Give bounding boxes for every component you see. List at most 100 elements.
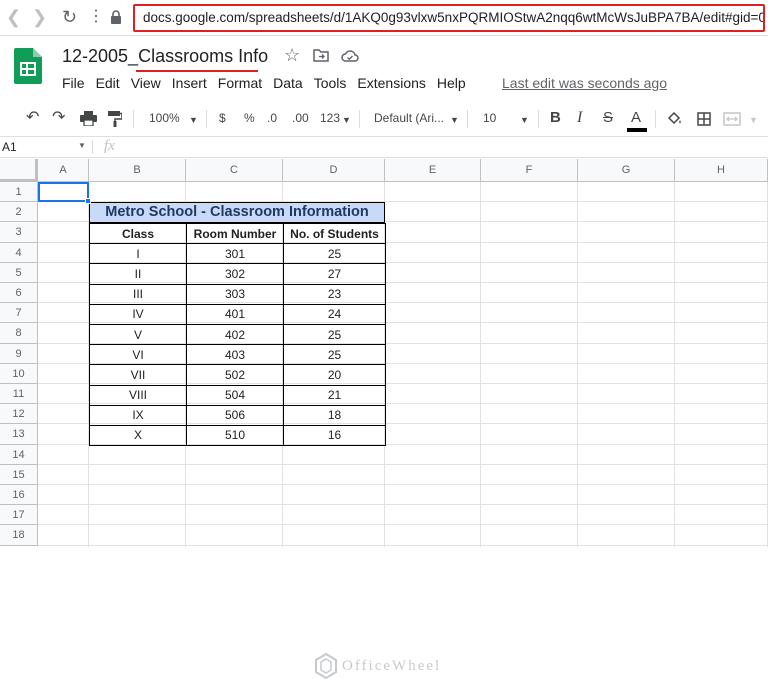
cell-students[interactable]: 25 bbox=[283, 344, 386, 366]
cell-room[interactable]: 502 bbox=[186, 364, 284, 386]
row-header-5[interactable]: 5 bbox=[0, 262, 38, 283]
undo-icon[interactable]: ↶ bbox=[26, 109, 39, 127]
menu-view[interactable]: View bbox=[131, 74, 161, 92]
forward-icon[interactable]: ❯ bbox=[32, 8, 47, 26]
cell-room[interactable]: 401 bbox=[186, 303, 284, 325]
cell-room[interactable]: 402 bbox=[186, 323, 284, 346]
cell-room[interactable]: 506 bbox=[186, 404, 284, 426]
more-formats-button[interactable]: 123 bbox=[320, 109, 340, 127]
cell-room[interactable]: 303 bbox=[186, 283, 284, 305]
column-header-c[interactable]: C bbox=[186, 159, 283, 182]
font-size-dropdown-icon[interactable]: ▼ bbox=[520, 111, 529, 129]
column-header-h[interactable]: H bbox=[675, 159, 768, 182]
row-header-18[interactable]: 18 bbox=[0, 525, 38, 546]
lock-icon[interactable] bbox=[110, 10, 122, 24]
cell-students[interactable]: 24 bbox=[283, 303, 386, 325]
document-title[interactable]: 12-2005_Classrooms Info bbox=[62, 46, 268, 67]
spreadsheet-grid[interactable]: 1 2 3 4 5 6 7 8 9 10 11 12 13 14 15 16 17 18 A B C D E F G H Metro… bbox=[0, 159, 768, 679]
fill-color-icon[interactable] bbox=[667, 112, 683, 126]
row-header-12[interactable]: 12 bbox=[0, 404, 38, 425]
row-header-14[interactable]: 14 bbox=[0, 444, 38, 465]
sheets-logo-icon[interactable] bbox=[14, 48, 42, 84]
cell-room[interactable]: 403 bbox=[186, 344, 284, 366]
row-header-1[interactable]: 1 bbox=[0, 182, 38, 203]
row-header-10[interactable]: 10 bbox=[0, 363, 38, 384]
header-students[interactable]: No. of Students bbox=[283, 222, 386, 245]
menu-insert[interactable]: Insert bbox=[172, 74, 207, 92]
row-header-8[interactable]: 8 bbox=[0, 323, 38, 344]
column-header-d[interactable]: D bbox=[283, 159, 385, 182]
row-header-16[interactable]: 16 bbox=[0, 485, 38, 506]
fill-handle[interactable] bbox=[85, 198, 91, 204]
zoom-dropdown-icon[interactable]: ▼ bbox=[189, 111, 198, 129]
decrease-decimal-button[interactable]: .0 bbox=[267, 109, 277, 127]
row-header-17[interactable]: 17 bbox=[0, 505, 38, 526]
reload-icon[interactable]: ↻ bbox=[62, 8, 77, 26]
font-size-select[interactable]: 10 bbox=[483, 109, 496, 127]
column-header-b[interactable]: B bbox=[89, 159, 186, 182]
print-icon[interactable] bbox=[80, 111, 97, 126]
row-header-6[interactable]: 6 bbox=[0, 283, 38, 304]
selected-cell-a1[interactable] bbox=[38, 182, 91, 204]
row-header-9[interactable]: 9 bbox=[0, 343, 38, 364]
cell-room[interactable]: 504 bbox=[186, 384, 284, 406]
cell-class[interactable]: III bbox=[89, 283, 187, 305]
cell-class[interactable]: IX bbox=[89, 404, 187, 426]
row-header-15[interactable]: 15 bbox=[0, 464, 38, 485]
cell-students[interactable]: 18 bbox=[283, 404, 386, 426]
last-edit-link[interactable]: Last edit was seconds ago bbox=[502, 74, 667, 92]
header-class[interactable]: Class bbox=[89, 222, 187, 245]
borders-icon[interactable] bbox=[697, 112, 711, 126]
strikethrough-button[interactable]: S bbox=[603, 109, 613, 127]
menu-edit[interactable]: Edit bbox=[96, 74, 120, 92]
merge-cells-icon[interactable] bbox=[723, 112, 741, 126]
back-icon[interactable]: ❮ bbox=[6, 8, 21, 26]
menu-format[interactable]: Format bbox=[218, 74, 262, 92]
cloud-status-icon[interactable] bbox=[341, 49, 359, 63]
merge-dropdown-icon[interactable]: ▼ bbox=[749, 111, 758, 129]
menu-file[interactable]: File bbox=[62, 74, 85, 92]
row-header-3[interactable]: 3 bbox=[0, 222, 38, 243]
cell-students[interactable]: 25 bbox=[283, 323, 386, 346]
cell-students[interactable]: 23 bbox=[283, 283, 386, 305]
paint-format-icon[interactable] bbox=[108, 111, 122, 127]
column-header-e[interactable]: E bbox=[385, 159, 481, 182]
address-bar[interactable]: docs.google.com/spreadsheets/d/1AKQ0g93v… bbox=[133, 4, 765, 32]
cell-class[interactable]: X bbox=[89, 424, 187, 447]
cell-class[interactable]: II bbox=[89, 263, 187, 285]
table-title[interactable]: Metro School - Classroom Information bbox=[89, 202, 385, 223]
redo-icon[interactable]: ↷ bbox=[52, 109, 65, 127]
row-header-4[interactable]: 4 bbox=[0, 242, 38, 263]
row-header-2[interactable]: 2 bbox=[0, 202, 38, 223]
cell-class[interactable]: IV bbox=[89, 303, 187, 325]
cell-class[interactable]: I bbox=[89, 243, 187, 265]
currency-format-button[interactable]: $ bbox=[219, 109, 226, 127]
cell-room[interactable]: 301 bbox=[186, 243, 284, 265]
more-formats-dropdown-icon[interactable]: ▼ bbox=[342, 111, 351, 129]
row-header-13[interactable]: 13 bbox=[0, 424, 38, 445]
header-room-number[interactable]: Room Number bbox=[186, 222, 284, 245]
menu-tools[interactable]: Tools bbox=[314, 74, 347, 92]
percent-format-button[interactable]: % bbox=[244, 109, 255, 127]
cell-students[interactable]: 27 bbox=[283, 263, 386, 285]
text-color-button[interactable]: A bbox=[631, 109, 641, 127]
name-box-dropdown-icon[interactable]: ▼ bbox=[78, 141, 86, 150]
name-box[interactable]: A1 bbox=[2, 140, 17, 154]
menu-extensions[interactable]: Extensions bbox=[357, 74, 425, 92]
select-all-corner[interactable] bbox=[0, 159, 38, 182]
more-vert-icon[interactable]: ⋮ bbox=[88, 8, 104, 26]
cell-students[interactable]: 21 bbox=[283, 384, 386, 406]
column-header-g[interactable]: G bbox=[578, 159, 675, 182]
menu-data[interactable]: Data bbox=[273, 74, 303, 92]
star-icon[interactable]: ☆ bbox=[284, 45, 300, 66]
cell-students[interactable]: 16 bbox=[283, 424, 386, 447]
zoom-select[interactable]: 100% bbox=[149, 109, 180, 127]
cell-room[interactable]: 510 bbox=[186, 424, 284, 447]
cell-class[interactable]: VIII bbox=[89, 384, 187, 406]
cell-class[interactable]: V bbox=[89, 323, 187, 346]
italic-button[interactable]: I bbox=[577, 109, 582, 127]
cell-class[interactable]: VII bbox=[89, 364, 187, 386]
menu-help[interactable]: Help bbox=[437, 74, 466, 92]
cell-room[interactable]: 302 bbox=[186, 263, 284, 285]
cell-students[interactable]: 20 bbox=[283, 364, 386, 386]
